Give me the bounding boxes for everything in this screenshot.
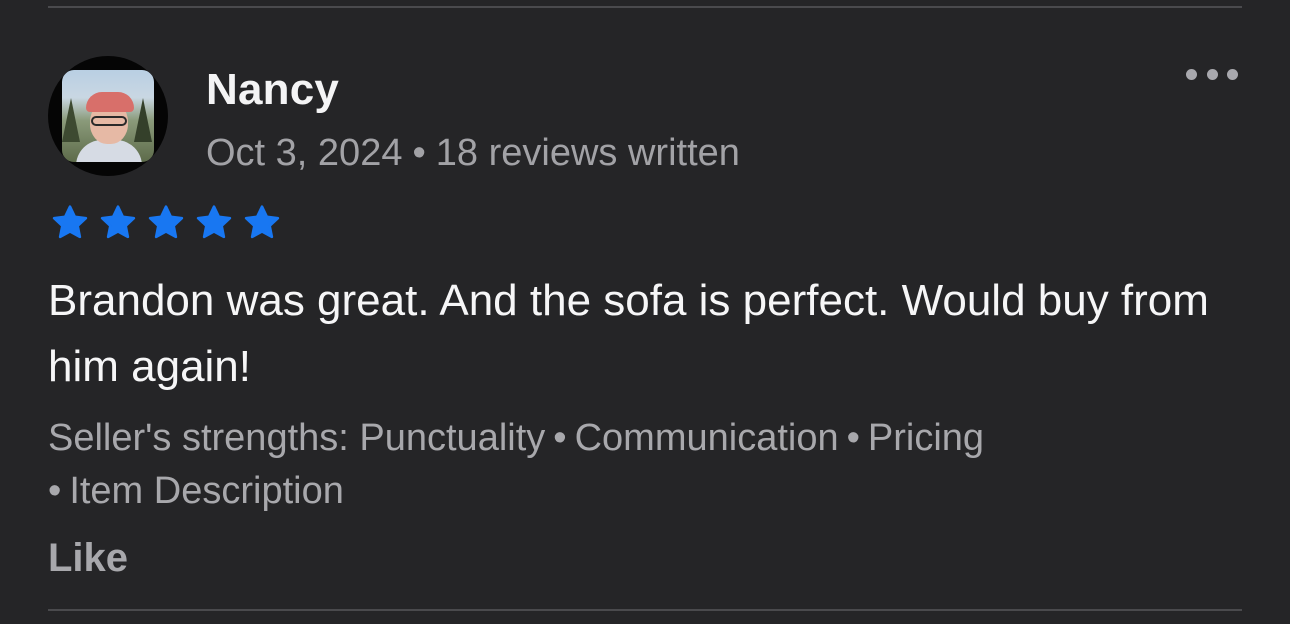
top-divider <box>48 6 1242 8</box>
star-icon <box>148 205 184 239</box>
more-options-button[interactable] <box>1186 62 1238 86</box>
author-name[interactable]: Nancy <box>206 64 339 116</box>
strength-item: Communication <box>574 417 839 459</box>
star-rating <box>48 203 284 243</box>
strength-item: Punctuality <box>359 417 546 459</box>
more-options-icon <box>1206 68 1218 80</box>
reviews-written-count[interactable]: 18 reviews written <box>436 132 740 174</box>
more-options-icon <box>1227 68 1238 80</box>
bottom-divider <box>48 609 1242 611</box>
avatar[interactable] <box>48 56 168 176</box>
strength-separator: • <box>48 470 62 512</box>
star-icon <box>196 205 232 239</box>
review-text: Brandon was great. And the sofa is perfe… <box>48 276 1209 391</box>
more-options-icon <box>1186 68 1197 80</box>
strength-item: Pricing <box>867 417 985 459</box>
review-card: Nancy Oct 3, 2024 • 18 reviews written Bra… <box>0 0 1290 624</box>
review-date: Oct 3, 2024 <box>206 132 403 174</box>
strengths-label: Seller's strengths: <box>48 417 349 459</box>
seller-strengths: Seller's strengths: Punctuality • Communic… <box>48 412 1258 518</box>
avatar-photo <box>62 70 154 162</box>
strength-separator: • <box>846 417 860 459</box>
star-icon <box>52 205 88 239</box>
like-button[interactable]: Like <box>48 534 128 582</box>
review-meta: Oct 3, 2024 • 18 reviews written <box>206 130 740 176</box>
meta-separator: • <box>412 132 426 174</box>
strength-separator: • <box>553 417 567 459</box>
star-icon <box>100 205 136 239</box>
star-icon <box>244 205 280 239</box>
strength-item: Item Description <box>69 470 344 512</box>
